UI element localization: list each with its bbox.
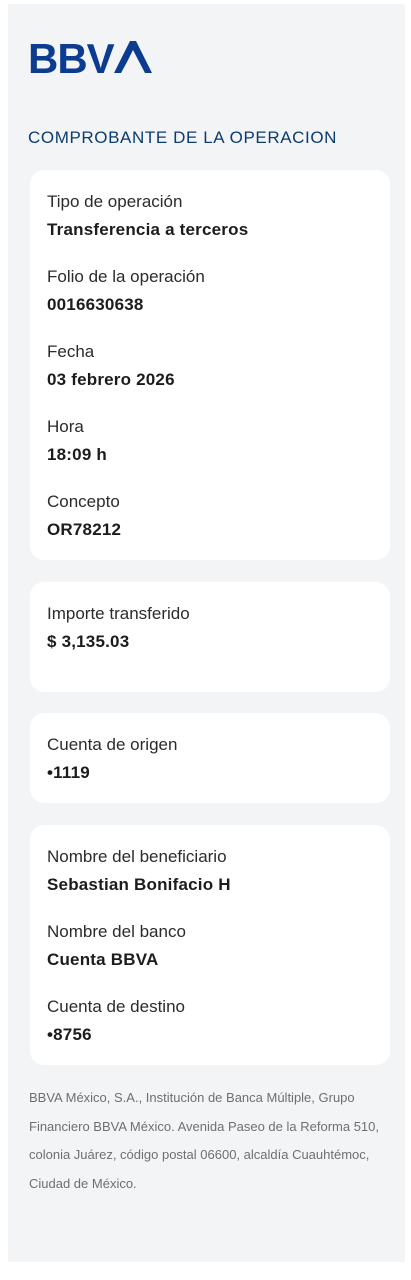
folio-value: 0016630638 bbox=[47, 295, 144, 314]
amount-value: $ 3,135.03 bbox=[47, 632, 130, 651]
concept-label: Concepto bbox=[47, 492, 120, 511]
time-value: 18:09 h bbox=[47, 445, 107, 464]
operation-type-field: Tipo de operación Transferencia a tercer… bbox=[47, 192, 248, 240]
beneficiary-name-value: Sebastian Bonifacio H bbox=[47, 875, 231, 894]
date-label: Fecha bbox=[47, 342, 95, 361]
time-label: Hora bbox=[47, 417, 84, 436]
legal-footer: BBVA México, S.A., Institución de Banca … bbox=[29, 1090, 379, 1191]
bbva-logo: BBV bbox=[28, 35, 156, 82]
amount-card: Importe transferido $ 3,135.03 bbox=[30, 582, 390, 692]
folio-label: Folio de la operación bbox=[47, 267, 205, 286]
origin-account-field: Cuenta de origen •1119 bbox=[47, 735, 177, 783]
beneficiary-card: Nombre del beneficiario Sebastian Bonifa… bbox=[30, 825, 390, 1065]
origin-account-label: Cuenta de origen bbox=[47, 735, 178, 754]
bank-name-field: Nombre del banco Cuenta BBVA bbox=[47, 922, 186, 970]
destination-account-label: Cuenta de destino bbox=[47, 997, 185, 1016]
amount-label: Importe transferido bbox=[47, 604, 190, 623]
beneficiary-name-field: Nombre del beneficiario Sebastian Bonifa… bbox=[47, 847, 231, 895]
origin-account-value: •1119 bbox=[47, 763, 90, 782]
svg-text:BBV: BBV bbox=[28, 38, 115, 76]
folio-field: Folio de la operación 0016630638 bbox=[47, 267, 205, 315]
operation-type-value: Transferencia a terceros bbox=[47, 220, 249, 239]
origin-account-card: Cuenta de origen •1119 bbox=[30, 713, 390, 803]
bank-name-label: Nombre del banco bbox=[47, 922, 186, 941]
date-field: Fecha 03 febrero 2026 bbox=[47, 342, 175, 390]
destination-account-value: •8756 bbox=[47, 1025, 92, 1044]
concept-field: Concepto OR78212 bbox=[47, 492, 121, 540]
date-value: 03 febrero 2026 bbox=[47, 370, 175, 389]
receipt-title: COMPROBANTE DE LA OPERACION bbox=[28, 128, 338, 147]
operation-details-card: Tipo de operación Transferencia a tercer… bbox=[30, 170, 390, 560]
bank-name-value: Cuenta BBVA bbox=[47, 950, 159, 969]
concept-value: OR78212 bbox=[47, 520, 122, 539]
operation-type-label: Tipo de operación bbox=[47, 192, 183, 211]
amount-field: Importe transferido $ 3,135.03 bbox=[47, 604, 190, 652]
beneficiary-name-label: Nombre del beneficiario bbox=[47, 847, 227, 866]
time-field: Hora 18:09 h bbox=[47, 417, 107, 465]
destination-account-field: Cuenta de destino •8756 bbox=[47, 997, 185, 1045]
receipt-page: BBV COMPROBANTE DE LA OPERACION Tipo de … bbox=[8, 4, 405, 1262]
